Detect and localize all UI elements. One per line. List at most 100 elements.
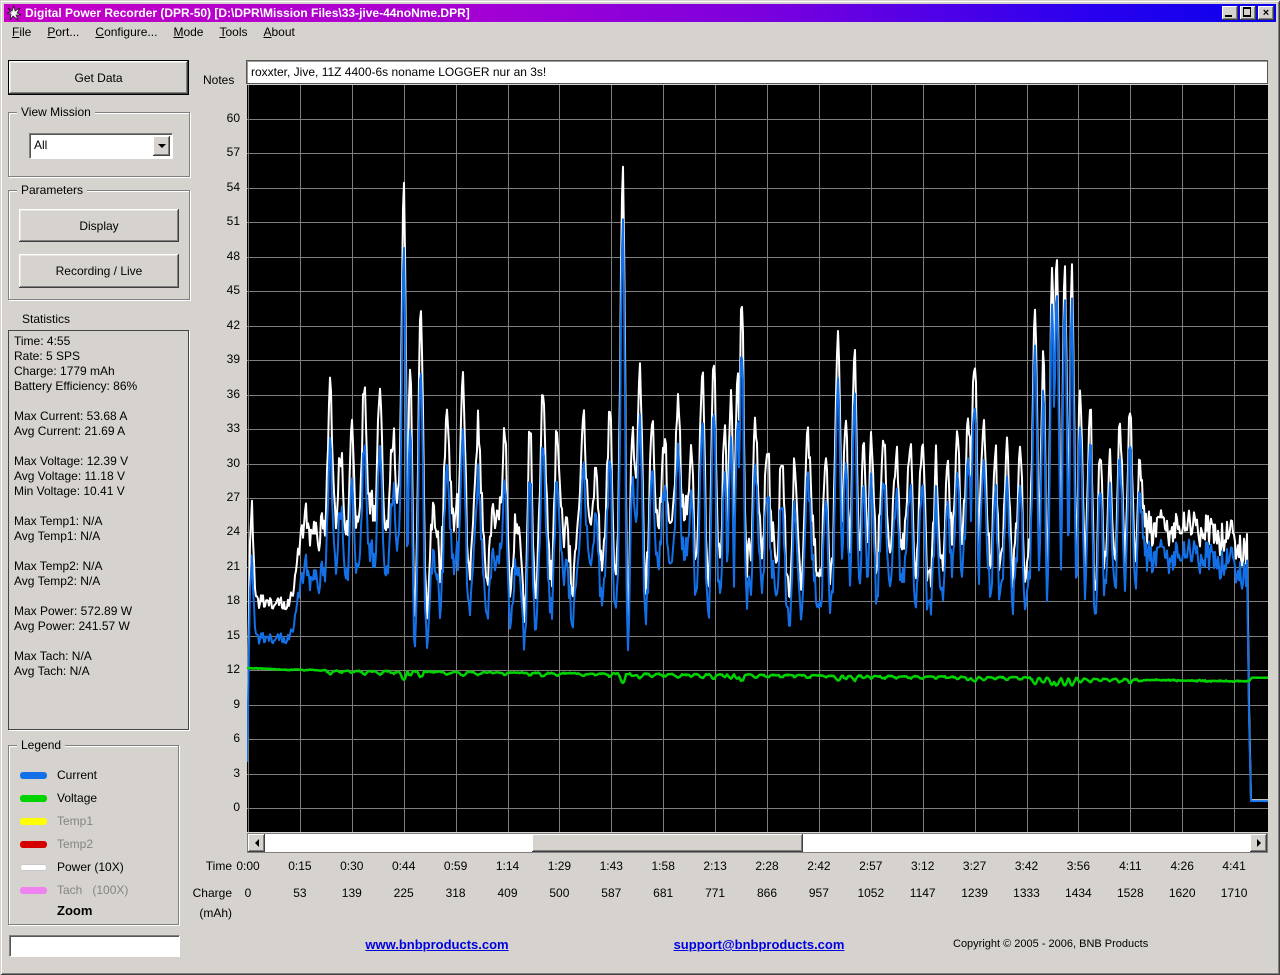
parameters-group: Parameters Display Recording / Live [8,190,190,300]
support-email-link[interactable]: support@bnbproducts.com [674,937,845,952]
statistics-panel: Time: 4:55Rate: 5 SPSCharge: 1779 mAhBat… [8,330,189,730]
charge-tick-label: 139 [342,886,362,900]
y-tick-label: 39 [198,352,240,366]
charge-tick-label: 1333 [1013,886,1040,900]
chart-horizontal-scrollbar[interactable] [247,833,1268,853]
y-tick-label: 18 [198,593,240,607]
charge-tick-label: 1239 [961,886,988,900]
statistics-line: Min Voltage: 10.41 V [14,484,188,499]
statistics-line [14,634,188,649]
legend-group-label: Legend [17,738,65,752]
menu-item-configure[interactable]: Configure... [87,23,165,41]
y-tick-label: 57 [198,145,240,159]
charge-tick-label: 0 [245,886,252,900]
y-tick-label: 48 [198,249,240,263]
charge-tick-label: 53 [293,886,306,900]
current-trace [247,219,1268,801]
statistics-line: Max Temp2: N/A [14,559,188,574]
time-tick-label: 3:12 [911,859,934,873]
statistics-line [14,544,188,559]
progress-field [9,935,180,957]
restore-icon [1243,8,1251,16]
mission-select-dropdown-button[interactable] [153,136,170,156]
charge-tick-label: 866 [757,886,777,900]
minimize-icon [1225,15,1232,17]
charge-tick-label: 1528 [1117,886,1144,900]
charge-tick-label: 318 [446,886,466,900]
statistics-line: Charge: 1779 mAh [14,364,188,379]
menu-item-port[interactable]: Port... [39,23,87,41]
charge-axis-label: Charge [150,886,232,900]
minimize-button[interactable] [1222,6,1238,20]
y-tick-label: 45 [198,283,240,297]
menu-item-mode[interactable]: Mode [165,23,211,41]
charge-tick-label: 1147 [910,886,936,900]
y-tick-label: 24 [198,524,240,538]
statistics-line: Rate: 5 SPS [14,349,188,364]
menu-item-file[interactable]: File [4,23,39,41]
chart-plot-area[interactable] [247,85,1268,832]
statistics-line: Avg Temp1: N/A [14,529,188,544]
view-mission-group: View Mission All [8,112,190,177]
statistics-line: Max Power: 572.89 W [14,604,188,619]
notes-label: Notes [203,73,241,87]
y-tick-label: 3 [198,766,240,780]
charge-tick-label: 1434 [1065,886,1092,900]
statistics-label: Statistics [22,312,70,326]
arrow-right-icon [1257,839,1261,847]
time-tick-label: 1:58 [652,859,675,873]
mission-select[interactable]: All [29,133,173,159]
scrollbar-thumb[interactable] [532,834,803,852]
app-icon [6,5,22,21]
legend-label: Power (10X) [57,860,124,874]
notes-input[interactable] [246,60,1268,84]
menu-item-tools[interactable]: Tools [211,23,255,41]
time-tick-label: 4:41 [1222,859,1245,873]
time-tick-label: 1:29 [548,859,571,873]
charge-tick-label: 225 [394,886,414,900]
menu-bar: FilePort...Configure...ModeToolsAbout [4,22,1276,41]
title-bar: Digital Power Recorder (DPR-50) [D:\DPR\… [4,4,1276,22]
statistics-line: Battery Efficiency: 86% [14,379,188,394]
website-link[interactable]: www.bnbproducts.com [365,937,508,952]
legend-label: Current [57,768,97,782]
legend-label: Temp1 [57,814,93,828]
statistics-line: Avg Tach: N/A [14,664,188,679]
legend-item-temp2: Temp2 [20,835,93,853]
time-tick-label: 2:28 [755,859,778,873]
legend-label: Temp2 [57,837,93,851]
get-data-button[interactable]: Get Data [9,61,188,94]
time-axis-label: Time [150,859,232,873]
y-tick-label: 27 [198,490,240,504]
restore-button[interactable] [1240,6,1256,20]
y-tick-label: 36 [198,387,240,401]
charge-tick-label: 957 [809,886,829,900]
charge-tick-label: 771 [705,886,725,900]
display-button[interactable]: Display [19,209,179,242]
scroll-right-button[interactable] [1250,834,1267,852]
menu-item-about[interactable]: About [255,23,302,41]
time-tick-label: 2:57 [859,859,882,873]
time-tick-label: 0:44 [392,859,415,873]
recording-live-button[interactable]: Recording / Live [19,254,179,288]
statistics-line: Max Current: 53.68 A [14,409,188,424]
legend-item-temp1: Temp1 [20,812,93,830]
time-tick-label: 3:42 [1015,859,1038,873]
arrow-left-icon [255,839,259,847]
statistics-line: Max Tach: N/A [14,649,188,664]
time-tick-label: 0:59 [444,859,467,873]
legend-item-power10x: Power (10X) [20,858,124,876]
time-tick-label: 0:15 [288,859,311,873]
charge-tick-label: 1052 [857,886,884,900]
close-button[interactable]: × [1258,6,1274,20]
time-tick-label: 4:26 [1171,859,1194,873]
time-tick-label: 0:00 [236,859,259,873]
legend-swatch [20,841,47,848]
time-tick-label: 4:11 [1119,859,1141,873]
statistics-line: Avg Temp2: N/A [14,574,188,589]
statistics-line [14,589,188,604]
scroll-left-button[interactable] [248,834,265,852]
close-icon: × [1263,8,1269,18]
y-tick-label: 21 [198,559,240,573]
statistics-line: Max Temp1: N/A [14,514,188,529]
